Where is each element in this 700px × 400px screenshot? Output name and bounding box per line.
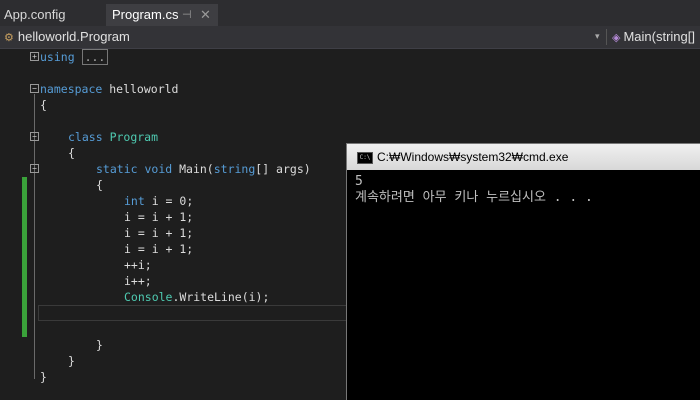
type-name: Console — [124, 290, 173, 304]
namespace-name: helloworld — [102, 82, 179, 96]
collapse-icon[interactable]: − — [30, 84, 39, 93]
code-line: } — [40, 369, 47, 385]
keyword: int — [124, 194, 145, 208]
brace: } — [40, 370, 47, 384]
class-dropdown[interactable]: ⚙ helloworld.Program — [4, 26, 130, 48]
divider — [606, 29, 607, 45]
console-title-bar[interactable]: C:\ C:₩Windows₩system32₩cmd.exe — [347, 144, 700, 170]
code-line: i = i + 1; — [124, 241, 193, 257]
keyword: class — [68, 130, 103, 144]
tab-label: App.config — [4, 7, 66, 22]
collapse-icon[interactable]: − — [30, 164, 39, 173]
statement: i = i + 1; — [124, 226, 194, 240]
member-dropdown-label: Main(string[] — [623, 29, 695, 44]
expand-icon[interactable]: + — [30, 52, 39, 61]
keyword: string — [213, 162, 256, 176]
tab-program-cs[interactable]: Program.cs ⊣ ✕ — [106, 4, 218, 26]
tab-label: Program.cs — [112, 7, 179, 22]
chevron-down-icon[interactable]: ▾ — [595, 26, 600, 48]
statement: .WriteLine(i); — [172, 290, 270, 304]
navigation-bar: ⚙ helloworld.Program ▾ ◈ Main(string[] — [0, 26, 700, 49]
brace: { — [40, 98, 47, 112]
console-window[interactable]: C:\ C:₩Windows₩system32₩cmd.exe 5 계속하려면 … — [346, 143, 700, 400]
code-line: i = i + 1; — [124, 209, 193, 225]
class-dropdown-label: helloworld.Program — [17, 29, 130, 44]
tab-bar: App.config Program.cs ⊣ ✕ — [0, 0, 700, 26]
code-line: } — [68, 353, 75, 369]
code-line: class Program — [68, 129, 158, 145]
statement: i = 0; — [144, 194, 194, 208]
tab-app-config[interactable]: App.config — [4, 4, 65, 26]
console-title: C:₩Windows₩system32₩cmd.exe — [377, 150, 569, 164]
brace: } — [96, 338, 103, 352]
collapse-icon[interactable]: − — [30, 132, 39, 141]
console-output-line: 5 — [355, 174, 363, 189]
keyword: using — [40, 50, 75, 64]
keyword: namespace — [40, 82, 103, 96]
collapsed-region[interactable]: ... — [81, 49, 109, 65]
pin-icon[interactable]: ⊣ — [182, 4, 192, 26]
code-line: { — [68, 145, 75, 161]
current-line-highlight — [38, 305, 348, 321]
code-line: i = i + 1; — [124, 225, 193, 241]
code-line: Console.WriteLine(i); — [124, 289, 269, 305]
brace: } — [68, 354, 75, 368]
statement: i = i + 1; — [124, 210, 194, 224]
keyword: void — [144, 162, 173, 176]
code-line: i++; — [124, 273, 152, 289]
console-icon: C:\ — [357, 152, 373, 164]
code-line: { — [40, 97, 47, 113]
code-line: ++i; — [124, 257, 152, 273]
method-name: Main( — [172, 162, 214, 176]
member-dropdown[interactable]: ◈ Main(string[] — [612, 26, 695, 48]
class-icon: ⚙ — [4, 32, 14, 44]
code-line: int i = 0; — [124, 193, 193, 209]
statement: i++; — [124, 274, 152, 288]
method-icon: ◈ — [612, 32, 621, 44]
code-line: { — [96, 177, 103, 193]
close-icon[interactable]: ✕ — [200, 4, 211, 26]
console-output-line: 계속하려면 아무 키나 누르십시오 . . . — [355, 190, 593, 205]
brace: { — [96, 178, 103, 192]
code-line: } — [96, 337, 103, 353]
brace: { — [68, 146, 75, 160]
params: [] args) — [255, 162, 311, 176]
statement: i = i + 1; — [124, 242, 194, 256]
type-name: Program — [109, 130, 159, 144]
statement: ++i; — [124, 258, 152, 272]
code-line: static void Main(string[] args) — [96, 161, 311, 177]
code-line: using ... — [40, 49, 109, 65]
code-line: namespace helloworld — [40, 81, 178, 97]
keyword: static — [96, 162, 138, 176]
